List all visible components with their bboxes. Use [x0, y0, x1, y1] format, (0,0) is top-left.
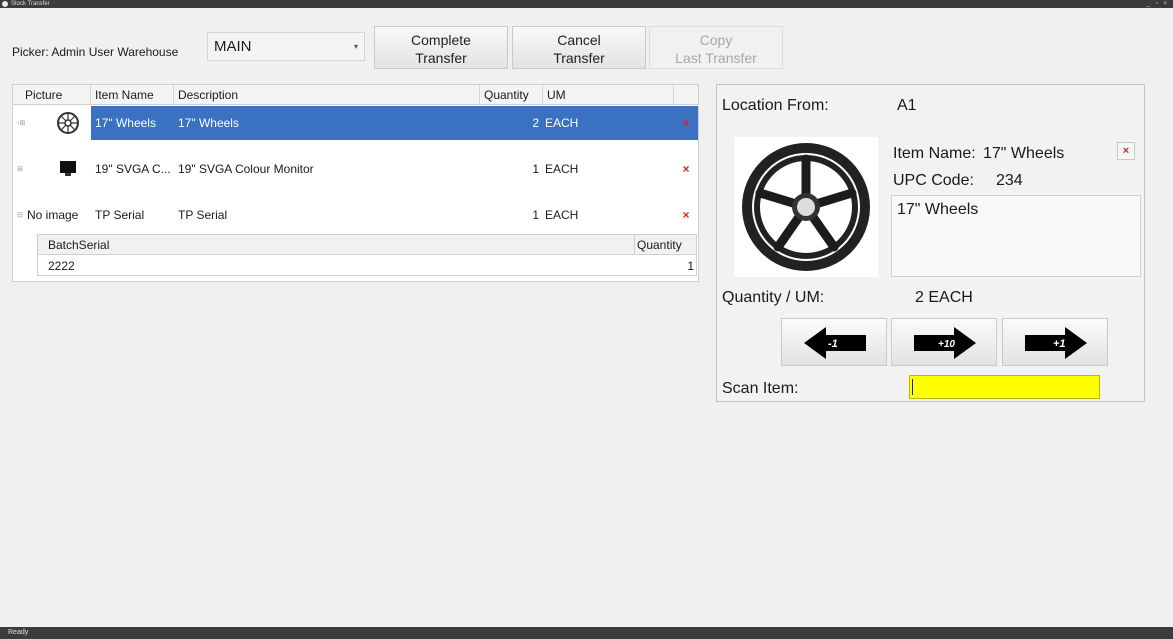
warehouse-value: MAIN [214, 38, 252, 55]
quantity-value: 2 EACH [915, 289, 973, 306]
complete-transfer-button[interactable]: Complete Transfer [374, 26, 508, 69]
batch-serial-subgrid[interactable]: BatchSerial Quantity 2222 1 [37, 234, 697, 276]
status-text: Ready [8, 629, 29, 636]
header-picture[interactable]: Picture [13, 85, 91, 105]
arrow-left-icon: -1 [804, 327, 866, 359]
increment-one-button[interactable]: +1 [1002, 318, 1108, 366]
status-bar: Ready [0, 627, 1173, 639]
item-name-label: Item Name: [893, 145, 976, 162]
cell-quantity: 2 [480, 106, 543, 140]
cell-quantity: 1 [532, 208, 539, 222]
picker-label: Picker: Admin User Warehouse [12, 45, 179, 59]
complete-line2: Transfer [415, 50, 467, 66]
row-expander-icon[interactable]: ⊞ [17, 165, 23, 173]
window-title: Stock Transfer [11, 1, 50, 7]
cell-description: 19" SVGA Colour Monitor [178, 162, 314, 176]
text-caret [912, 379, 913, 395]
monitor-icon [45, 152, 91, 186]
wheel-icon [45, 106, 91, 140]
header-batch-serial[interactable]: BatchSerial [38, 235, 634, 255]
cell-batch-serial[interactable]: 2222 [48, 256, 628, 276]
location-label: Location From: [722, 97, 829, 114]
quantity-label: Quantity / UM: [722, 289, 825, 306]
delete-row-button[interactable]: × [674, 198, 698, 232]
items-grid[interactable]: Picture Item Name Description Quantity U… [12, 84, 699, 282]
table-row[interactable]: ⊟ No image TP Serial TP Serial 1 EACH × [13, 198, 698, 232]
delete-row-button[interactable]: × [674, 106, 698, 140]
header-quantity[interactable]: Quantity [480, 85, 543, 105]
dropdown-arrow-icon[interactable]: ▾ [354, 42, 358, 51]
cancel-transfer-button[interactable]: Cancel Transfer [512, 26, 646, 69]
scan-item-label: Scan Item: [722, 380, 799, 397]
app-icon [2, 1, 8, 7]
cancel-line2: Transfer [553, 50, 605, 66]
row-expander-icon[interactable]: ›⊞ [17, 119, 25, 127]
window-controls[interactable]: _ ▫ × [1147, 0, 1169, 8]
copy-last-transfer-button[interactable]: Copy Last Transfer [649, 26, 783, 69]
cell-description: TP Serial [178, 208, 228, 222]
cell-picture-text: No image [27, 208, 79, 222]
header-sub-quantity[interactable]: Quantity [634, 235, 696, 255]
copy-line2: Last Transfer [675, 50, 757, 66]
upc-value: 234 [996, 172, 1023, 189]
remove-item-button[interactable]: × [1117, 142, 1135, 160]
complete-line1: Complete [411, 32, 471, 48]
cell-sub-quantity[interactable]: 1 [634, 256, 694, 276]
item-name-value: 17" Wheels [983, 145, 1065, 162]
cell-description: 17" Wheels [174, 106, 480, 140]
cell-item-name: 17" Wheels [91, 106, 174, 140]
cancel-line1: Cancel [557, 32, 601, 48]
decrement-one-button[interactable]: -1 [781, 318, 887, 366]
increment-ten-button[interactable]: +10 [891, 318, 997, 366]
delete-icon: × [682, 162, 690, 176]
copy-line1: Copy [699, 32, 733, 48]
delete-row-button[interactable]: × [674, 152, 698, 186]
description-text: 17" Wheels [897, 201, 979, 218]
warehouse-select[interactable]: MAIN ▾ [207, 32, 365, 61]
arrow-right-icon: +10 [914, 327, 976, 359]
header-um[interactable]: UM [543, 85, 674, 105]
cell-quantity: 1 [532, 162, 539, 176]
cell-item-name: 19" SVGA C... [95, 162, 171, 176]
row-expander-icon[interactable]: ⊟ [17, 211, 23, 219]
delete-icon: × [682, 116, 690, 130]
arrow-right-icon: +1 [1025, 327, 1087, 359]
cell-um: EACH [545, 208, 579, 222]
table-row[interactable]: ⊞ 19" SVGA C... 19" SVGA Colour Monitor … [13, 152, 698, 186]
cell-um: EACH [543, 106, 674, 140]
description-textbox[interactable]: 17" Wheels [891, 195, 1141, 277]
delete-icon: × [682, 208, 690, 222]
close-icon: × [1122, 145, 1130, 157]
scan-item-input[interactable] [909, 375, 1100, 399]
item-image [734, 137, 878, 277]
cell-um: EACH [545, 162, 579, 176]
upc-label: UPC Code: [893, 172, 974, 189]
location-value: A1 [897, 97, 917, 114]
grid-header: Picture Item Name Description Quantity U… [13, 85, 698, 105]
title-bar: Stock Transfer _ ▫ × [0, 0, 1173, 8]
plus-one-label: +1 [1053, 338, 1066, 350]
table-row[interactable]: ›⊞ 17" Wheels 17" Wheels 2 EACH × [13, 106, 698, 140]
cell-item-name: TP Serial [95, 208, 145, 222]
header-description[interactable]: Description [174, 85, 480, 105]
header-item-name[interactable]: Item Name [91, 85, 174, 105]
minus-one-label: -1 [828, 338, 838, 350]
plus-ten-label: +10 [938, 339, 955, 350]
